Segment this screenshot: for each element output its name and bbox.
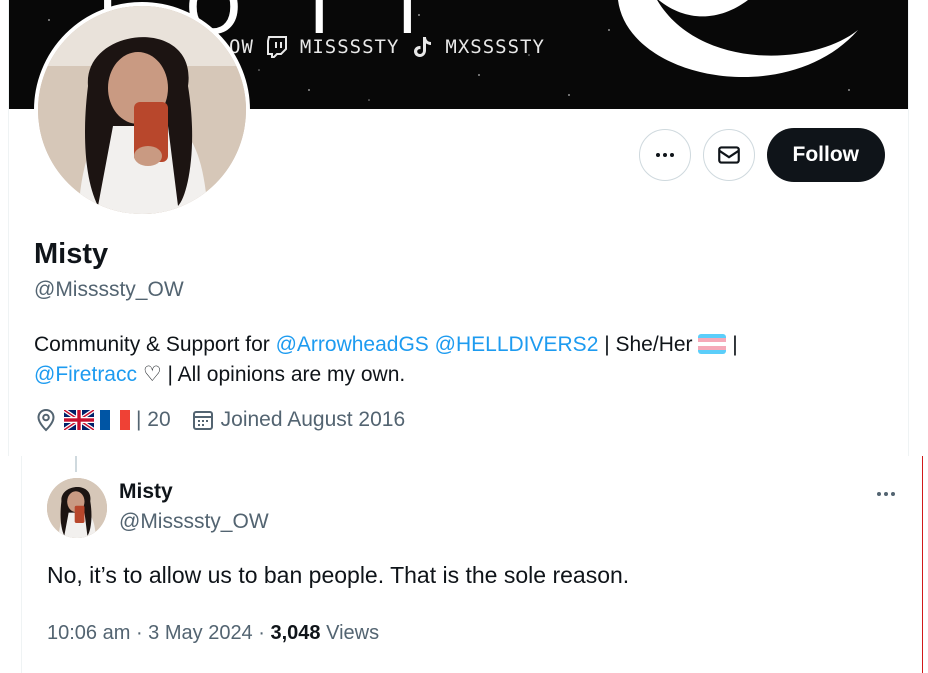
message-button[interactable]	[702, 129, 755, 181]
bio-text-suffix: ♡ | All opinions are my own.	[137, 363, 406, 386]
bio-mention-firetracc[interactable]: @Firetracc	[34, 363, 137, 386]
tweet-author-handle[interactable]: @Missssty_OW	[119, 510, 269, 534]
profile-card: I O I I OW MISSSSTY MXSSSSTY Follow Mist…	[8, 0, 909, 456]
profile-avatar[interactable]	[34, 2, 250, 218]
profile-actions: Follow	[638, 128, 885, 182]
thread-line	[75, 456, 77, 472]
banner-social-tiktok: MXSSSSTY	[445, 36, 545, 58]
tiktok-icon	[409, 34, 435, 60]
bio-mention-arrowhead[interactable]: @ArrowheadGS	[276, 333, 429, 356]
transgender-flag-icon	[698, 334, 727, 354]
tweet-views-label: Views	[326, 622, 380, 644]
tweet-author-name[interactable]: Misty	[119, 480, 173, 504]
more-options-button[interactable]	[638, 129, 691, 181]
banner-social-twitch: MISSSSTY	[299, 36, 400, 58]
location-text: | 20	[136, 408, 171, 431]
france-flag-icon	[100, 410, 130, 430]
more-dots-icon	[655, 153, 674, 157]
profile-bio: Community & Support for @ArrowheadGS @HE…	[34, 330, 834, 390]
tweet-views-count: 3,048	[270, 622, 321, 644]
more-dots-icon	[877, 492, 895, 496]
tweet-card[interactable]: Misty @Missssty_OW No, it’s to allow us …	[21, 456, 923, 673]
profile-handle: @Missssty_OW	[34, 278, 184, 301]
bio-text-prefix: Community & Support for	[34, 333, 276, 356]
follow-button[interactable]: Follow	[766, 128, 885, 182]
crescent-moon-icon	[618, 0, 858, 78]
bio-text-after-flag: |	[726, 333, 738, 356]
banner-socials: OW MISSSSTY MXSSSSTY	[229, 34, 545, 60]
bio-text-mid: | She/Her	[598, 333, 699, 356]
location-pin-icon	[37, 408, 55, 432]
avatar-photo	[47, 478, 107, 538]
tweet-more-button[interactable]	[874, 482, 898, 511]
tweet-meta: 10:06 am · 3 May 2024 · 3,048 Views	[47, 622, 380, 644]
tweet-avatar[interactable]	[47, 478, 107, 538]
calendar-icon	[192, 411, 213, 430]
bio-mention-helldivers[interactable]: @HELLDIVERS2	[435, 333, 599, 356]
avatar-photo	[38, 6, 246, 214]
profile-meta: | 20 Joined August 2016	[34, 408, 425, 432]
envelope-icon	[717, 146, 740, 164]
profile-display-name: Misty	[34, 238, 109, 270]
tweet-time[interactable]: 10:06 am	[47, 622, 130, 644]
joined-date: Joined August 2016	[220, 408, 406, 431]
tweet-text: No, it’s to allow us to ban people. That…	[47, 562, 630, 588]
profile-joined: Joined August 2016	[191, 408, 406, 432]
tweet-date[interactable]: 3 May 2024	[148, 622, 253, 644]
uk-flag-icon	[64, 410, 94, 430]
profile-location: | 20	[34, 408, 171, 432]
twitch-icon	[264, 34, 290, 60]
